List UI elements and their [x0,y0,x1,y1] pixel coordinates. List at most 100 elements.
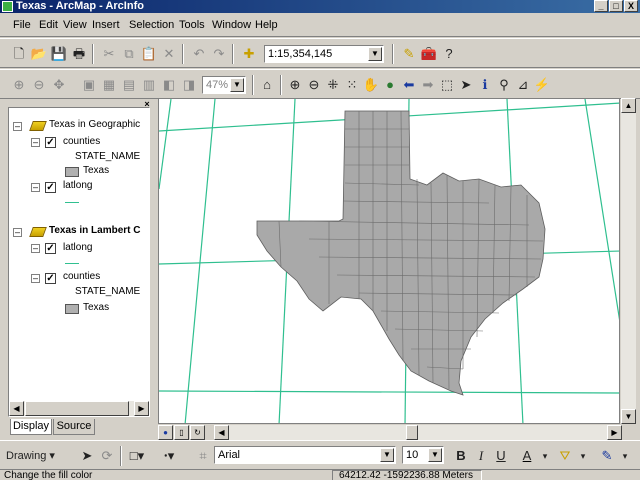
hyperlink-icon[interactable]: ⚡ [533,76,551,94]
previous-extent-layout-icon[interactable]: ◧ [160,76,178,94]
find-binoculars-icon[interactable]: ⚲ [495,76,513,94]
minimize-button[interactable]: _ [594,0,608,12]
rotate-icon[interactable]: ⟳ [98,447,116,465]
fixed-zoom-out-icon[interactable]: ▥ [140,76,158,94]
layout-zoom-combo[interactable]: 47% ▼ [202,76,246,94]
data-view-globe-icon[interactable]: ● [158,425,173,440]
fill-swatch[interactable] [65,304,79,314]
layer-name[interactable]: counties [63,271,100,282]
select-elements-arrow-icon[interactable]: ➤ [457,76,475,94]
chevron-down-icon[interactable]: ▼ [368,47,382,61]
chevron-down-icon[interactable]: ▼ [230,78,244,92]
chevron-down-icon[interactable]: ▼ [428,448,442,462]
collapse-icon[interactable]: – [31,138,40,147]
bold-button[interactable]: B [452,447,470,465]
go-forward-arrow-icon[interactable]: ➡ [419,76,437,94]
font-size-combo[interactable]: 10 ▼ [402,446,444,464]
line-color-pen-icon[interactable]: ✎ [598,447,616,465]
print-icon[interactable]: 🖶 [70,45,88,63]
select-elements-arrow-icon[interactable]: ➤ [78,447,96,465]
data-frame-name[interactable]: Texas in Geographic [49,119,140,130]
italic-button[interactable]: I [472,447,490,465]
fill-swatch[interactable] [65,167,79,177]
refresh-icon[interactable]: ↻ [190,425,205,440]
chevron-down-icon[interactable]: ▾ [536,447,554,465]
next-extent-layout-icon[interactable]: ◨ [180,76,198,94]
menu-selection[interactable]: Selection [129,19,174,31]
fixed-zoom-in-icon[interactable]: ▤ [120,76,138,94]
layer-visibility-checkbox[interactable]: ✓ [45,243,56,254]
collapse-icon[interactable]: – [31,274,40,283]
active-data-frame-name[interactable]: Texas in Lambert C [49,225,141,236]
map-canvas[interactable] [159,99,620,424]
copy-icon[interactable]: ⧉ [120,45,138,63]
chevron-down-icon[interactable]: ▾ [574,447,592,465]
add-data-icon[interactable]: ✚ [240,45,258,63]
select-features-icon[interactable]: ⬚ [438,76,456,94]
menu-help[interactable]: Help [255,19,278,31]
maximize-button[interactable]: □ [609,0,623,12]
line-symbol[interactable] [65,202,79,203]
scroll-right-icon[interactable]: ▶ [134,401,149,416]
save-icon[interactable]: 💾 [50,45,68,63]
layout-pan-icon[interactable]: ✥ [50,76,68,94]
tab-display[interactable]: Display [10,419,52,435]
fixed-zoom-out-map-icon[interactable]: ⁙ [343,76,361,94]
zoom-100-icon[interactable]: ▦ [100,76,118,94]
zoom-whole-page-icon[interactable]: ▣ [80,76,98,94]
fill-color-bucket-icon[interactable]: ⛛ [556,447,574,465]
pan-hand-icon[interactable]: ✋ [362,76,380,94]
menu-insert[interactable]: Insert [92,19,120,31]
menu-window[interactable]: Window [212,19,251,31]
layout-view-icon[interactable]: ▯ [174,425,189,440]
measure-icon[interactable]: ⊿ [514,76,532,94]
layer-name[interactable]: counties [63,136,100,147]
toc-horizontal-scrollbar[interactable]: ◀ ▶ [9,401,149,416]
zoom-in-icon[interactable]: ⊕ [286,76,304,94]
drawing-menu-button[interactable]: Drawing ▾ [6,447,68,465]
toggle-draft-mode-icon[interactable]: ⌂ [258,76,276,94]
menu-tools[interactable]: Tools [179,19,205,31]
font-name-combo[interactable]: Arial ▼ [214,446,396,464]
menu-view[interactable]: View [63,19,87,31]
menu-edit[interactable]: Edit [39,19,58,31]
editor-toolbar-icon[interactable]: ✎ [400,45,418,63]
layer-visibility-checkbox[interactable]: ✓ [45,273,56,284]
collapse-icon[interactable]: – [13,122,22,131]
layer-visibility-checkbox[interactable]: ✓ [45,137,56,148]
map-horizontal-scrollbar[interactable]: ◀ ▶ [214,425,622,440]
rectangle-icon[interactable]: □▾ [128,447,146,465]
go-back-arrow-icon[interactable]: ⬅ [400,76,418,94]
map-display[interactable] [158,98,620,424]
edit-vertices-icon[interactable]: ⌗ [194,447,212,465]
whats-this-help-icon[interactable]: ? [440,45,458,63]
underline-button[interactable]: U [492,447,510,465]
scrollbar-thumb[interactable] [25,401,129,416]
layer-visibility-checkbox[interactable]: ✓ [45,182,56,193]
chevron-down-icon[interactable]: ▾ [616,447,634,465]
zoom-out-icon[interactable]: ⊖ [305,76,323,94]
undo-icon[interactable]: ↶ [190,45,208,63]
scroll-left-icon[interactable]: ◀ [214,425,229,440]
menu-file[interactable]: File [13,19,31,31]
full-extent-globe-icon[interactable]: ● [381,76,399,94]
layer-name[interactable]: latlong [63,242,92,253]
layout-zoom-out-icon[interactable]: ⊖ [30,76,48,94]
fixed-zoom-in-map-icon[interactable]: ⁜ [324,76,342,94]
scroll-down-icon[interactable]: ▼ [621,409,636,424]
texas-counties-polygon[interactable] [256,110,546,396]
collapse-icon[interactable]: – [31,183,40,192]
layer-name[interactable]: latlong [63,180,92,191]
paste-icon[interactable]: 📋 [140,45,158,63]
tab-source[interactable]: Source [53,419,95,435]
cut-icon[interactable]: ✂ [100,45,118,63]
delete-icon[interactable]: ✕ [160,45,178,63]
scroll-right-icon[interactable]: ▶ [607,425,622,440]
close-button[interactable]: X [624,0,638,12]
scroll-up-icon[interactable]: ▲ [621,98,636,113]
callout-icon[interactable]: ꞏ▾ [160,447,178,465]
arctoolbox-icon[interactable]: 🧰 [420,45,438,63]
line-symbol[interactable] [65,263,79,264]
new-document-icon[interactable]: 🗋 [10,45,28,63]
scrollbar-thumb[interactable] [406,425,418,440]
